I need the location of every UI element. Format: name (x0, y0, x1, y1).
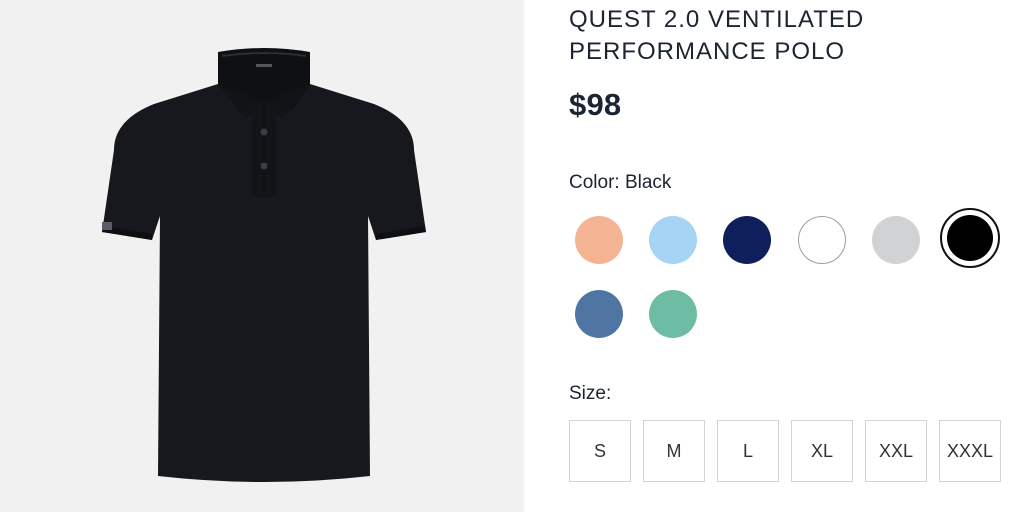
product-image (102, 48, 426, 482)
color-swatch-seafoam[interactable] (649, 290, 697, 338)
product-title: QUEST 2.0 VENTILATED PERFORMANCE POLO (569, 4, 1009, 68)
size-option-s[interactable]: S (569, 420, 631, 482)
color-swatch-gray[interactable] (872, 216, 920, 264)
size-option-m[interactable]: M (643, 420, 705, 482)
product-title-line-2: PERFORMANCE POLO (569, 38, 846, 65)
color-swatch-black (947, 215, 993, 261)
size-option-xxl[interactable]: XXL (865, 420, 927, 482)
size-label: Size: (569, 383, 612, 404)
color-swatch-navy[interactable] (723, 216, 771, 264)
color-swatch-slate-blue[interactable] (575, 290, 623, 338)
product-price: $98 (569, 87, 622, 122)
color-swatch-black-selected[interactable] (940, 208, 1000, 268)
product-image-panel (0, 0, 524, 512)
color-swatch-white[interactable] (798, 216, 846, 264)
color-label: Color: Black (569, 172, 672, 193)
product-title-line-1: QUEST 2.0 VENTILATED (569, 6, 865, 33)
color-swatch-light-blue[interactable] (649, 216, 697, 264)
size-option-l[interactable]: L (717, 420, 779, 482)
size-option-xl[interactable]: XL (791, 420, 853, 482)
color-swatch-peach[interactable] (575, 216, 623, 264)
size-option-xxxl[interactable]: XXXL (939, 420, 1001, 482)
product-info: QUEST 2.0 VENTILATED PERFORMANCE POLO $9… (569, 0, 1024, 512)
